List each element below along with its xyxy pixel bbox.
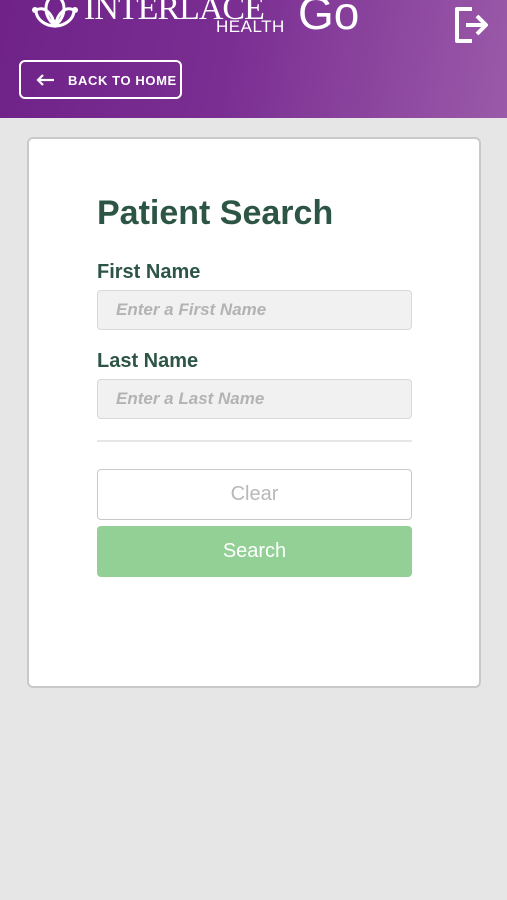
clear-button[interactable]: Clear — [97, 469, 412, 520]
app-header: INTERLACE HEALTH Go BACK TO HOME — [0, 0, 507, 118]
arrow-left-icon — [36, 74, 54, 86]
search-button[interactable]: Search — [97, 526, 412, 577]
interlace-flower-icon — [32, 0, 78, 29]
form-divider — [97, 440, 412, 442]
back-to-home-button[interactable]: BACK TO HOME — [19, 60, 182, 99]
first-name-field[interactable] — [97, 290, 412, 330]
page-title: Patient Search — [97, 194, 334, 232]
logout-button[interactable] — [452, 4, 492, 46]
back-to-home-label: BACK TO HOME — [68, 73, 177, 88]
first-name-label: First Name — [97, 261, 201, 283]
patient-search-card: Patient Search First Name Last Name Clea… — [27, 137, 481, 688]
last-name-field[interactable] — [97, 379, 412, 419]
logo-product-name: Go — [298, 0, 360, 39]
logout-icon — [455, 7, 488, 43]
last-name-label: Last Name — [97, 350, 199, 372]
logo-subtitle: HEALTH — [216, 17, 285, 36]
